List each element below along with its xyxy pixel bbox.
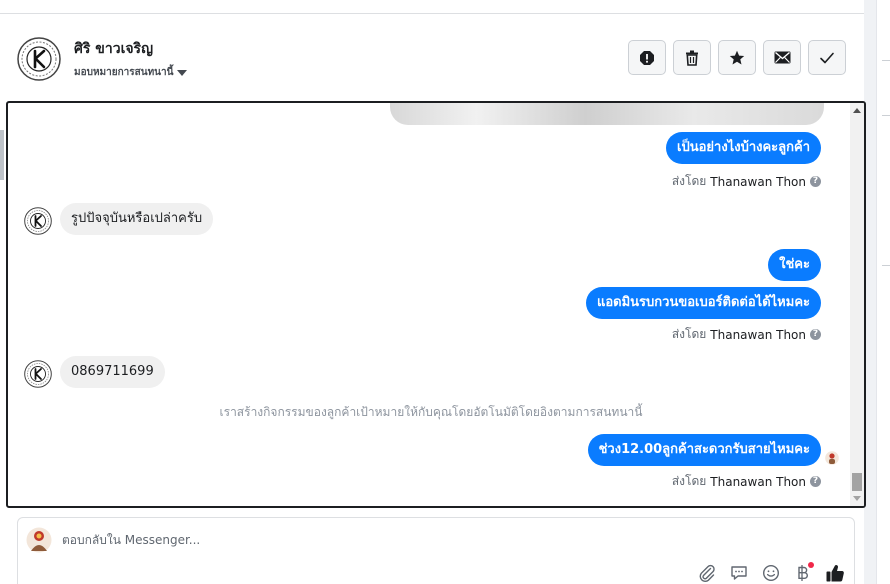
message-thread[interactable]: เป็นอย่างไงบ้างคะลูกค้า ส่งโดย Thanawan …: [6, 101, 866, 508]
message-bubble-incoming[interactable]: รูปปัจจุบันหรือเปล่าครับ: [60, 203, 214, 235]
sent-by-label: ส่งโดย Thanawan Thon ?: [672, 472, 821, 491]
chat-bubble-icon: [731, 566, 747, 580]
message-bubble-outgoing[interactable]: เป็นอย่างไงบ้างคะลูกค้า: [666, 132, 821, 164]
message-bubble-incoming[interactable]: 0869711699: [60, 356, 165, 388]
image-attachment[interactable]: [390, 103, 824, 125]
sent-by-prefix: ส่งโดย: [671, 474, 707, 488]
right-side-panel: [864, 0, 890, 584]
mark-done-button[interactable]: [808, 40, 846, 75]
attach-button[interactable]: [696, 562, 718, 584]
payment-button[interactable]: [792, 562, 814, 584]
contact-name: ศิริ ขาวเจริญ: [74, 41, 154, 57]
read-receipt-avatar: [825, 451, 839, 465]
system-notice: เราสร้างกิจกรรมของลูกค้าเป้าหมายให้กับคุ…: [219, 405, 643, 419]
thread-scrollbar[interactable]: [850, 103, 864, 506]
top-divider: [0, 0, 864, 14]
sent-by-prefix: ส่งโดย: [671, 327, 707, 341]
mark-spam-button[interactable]: [628, 40, 666, 75]
star-button[interactable]: [718, 40, 756, 75]
header-actions: [628, 40, 846, 75]
sent-by-label: ส่งโดย Thanawan Thon ?: [672, 325, 821, 344]
panel-divider: [882, 60, 890, 61]
reply-input[interactable]: [62, 533, 662, 547]
help-icon[interactable]: ?: [810, 176, 821, 187]
like-button[interactable]: [824, 562, 846, 584]
panel-divider: [882, 265, 890, 266]
sent-by-prefix: ส่งโดย: [671, 174, 707, 188]
message-bubble-outgoing[interactable]: ใช่คะ: [768, 249, 821, 281]
reply-composer: [17, 517, 855, 584]
left-scroll-marker: [0, 130, 4, 180]
right-panel-edge: [876, 0, 890, 584]
agent-name: Thanawan Thon: [710, 327, 806, 342]
contact-avatar-small[interactable]: [24, 207, 52, 235]
scroll-thumb[interactable]: [852, 473, 862, 491]
assign-label: มอบหมายการสนทนานี้: [74, 67, 174, 78]
contact-avatar-small[interactable]: [24, 360, 52, 388]
assign-conversation-dropdown[interactable]: มอบหมายการสนทนานี้: [74, 65, 188, 80]
agent-name: Thanawan Thon: [710, 174, 806, 189]
mark-unread-button[interactable]: [763, 40, 801, 75]
panel-divider: [882, 115, 890, 116]
trash-icon: [686, 50, 698, 66]
paperclip-icon: [699, 564, 715, 582]
contact-avatar[interactable]: [17, 37, 61, 81]
help-icon[interactable]: ?: [810, 476, 821, 487]
thumbs-up-icon: [826, 565, 844, 582]
delete-button[interactable]: [673, 40, 711, 75]
agent-avatar: [26, 527, 52, 553]
alert-icon: [640, 50, 654, 65]
envelope-icon: [774, 51, 790, 64]
message-bubble-outgoing[interactable]: ช่วง12.00ลูกค้าสะดวกรับสายไหมคะ: [587, 434, 821, 466]
star-icon: [729, 50, 745, 64]
message-bubble-outgoing[interactable]: แอดมินรบกวนขอเบอร์ติดต่อได้ไหมคะ: [585, 287, 821, 319]
notification-dot: [808, 562, 814, 568]
agent-name: Thanawan Thon: [710, 474, 806, 489]
smiley-icon: [762, 564, 780, 582]
composer-tools: [696, 562, 846, 584]
sent-by-label: ส่งโดย Thanawan Thon ?: [672, 172, 821, 191]
help-icon[interactable]: ?: [810, 329, 821, 340]
caret-down-icon: [177, 69, 188, 76]
emoji-button[interactable]: [760, 562, 782, 584]
scroll-up-arrow-icon[interactable]: [853, 108, 861, 113]
check-icon: [820, 52, 834, 63]
scroll-down-arrow-icon[interactable]: [853, 496, 861, 501]
saved-replies-button[interactable]: [728, 562, 750, 584]
inbox-conversation-view: ศิริ ขาวเจริญ มอบหมายการสนทนานี้ เป็นอย่…: [0, 0, 890, 584]
